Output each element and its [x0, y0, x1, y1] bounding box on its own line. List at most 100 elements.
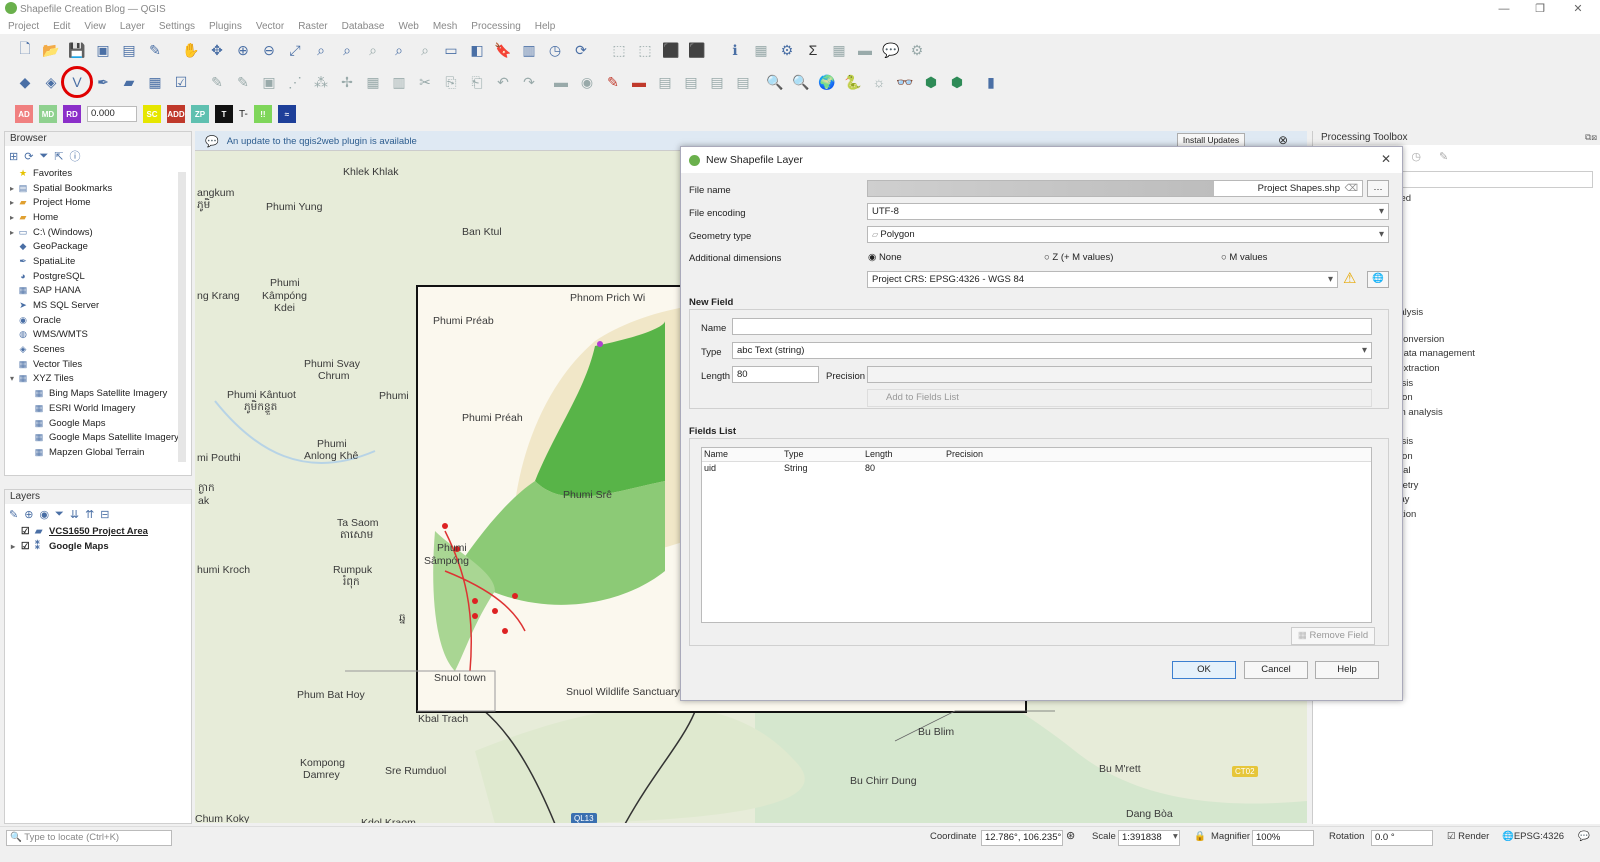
menu-layer[interactable]: Layer [120, 21, 145, 32]
menu-database[interactable]: Database [342, 21, 385, 32]
new-3d-view-icon[interactable]: ◧ [466, 39, 488, 61]
magnifier-input[interactable]: 100% [1252, 830, 1314, 846]
label-tool-0[interactable]: AD [15, 105, 33, 123]
pan-to-selection-icon[interactable]: ✥ [206, 39, 228, 61]
processing-toolbox-icon[interactable]: ⚙ [776, 39, 798, 61]
label-wave-icon[interactable]: ≈ [277, 105, 296, 123]
label-move-icon[interactable]: ✎ [602, 71, 624, 93]
menu-web[interactable]: Web [398, 21, 418, 32]
field-type-select[interactable]: abc Text (string) [732, 342, 1372, 359]
layer-twisty-icon[interactable]: ▸ [11, 542, 21, 551]
new-geopackage-layer-icon[interactable]: ◈ [40, 71, 62, 93]
browser-item[interactable]: ▸ ▰ Project Home [5, 195, 191, 210]
menu-settings[interactable]: Settings [159, 21, 195, 32]
label-tool-4[interactable]: ADD [167, 105, 185, 123]
menu-processing[interactable]: Processing [471, 21, 520, 32]
open-project-icon[interactable]: 📂 [40, 39, 62, 61]
zoom-out-icon[interactable]: ⊖ [258, 39, 280, 61]
browser-item[interactable]: ▸ ▭ C:\ (Windows) [5, 225, 191, 240]
zoom-next-icon[interactable]: ⌕ [414, 39, 436, 61]
label-pin-icon[interactable]: ▬ [550, 71, 572, 93]
add-selected-icon[interactable]: ⊞ [9, 150, 18, 163]
add-vector-layer-icon[interactable]: ☑ [170, 71, 192, 93]
edit-pencil-icon[interactable]: ✎ [206, 71, 228, 93]
crs-status-button[interactable]: 🌐EPSG:4326 [1502, 831, 1564, 842]
browser-item[interactable]: ▦ Google Maps [5, 416, 191, 431]
collapse-all-layers-icon[interactable]: ⇈ [85, 508, 94, 521]
map-tips-icon[interactable]: 💬 [880, 39, 902, 61]
field-precision-input[interactable] [867, 366, 1372, 383]
temporal-controller-icon[interactable]: ◷ [544, 39, 566, 61]
toolbox-options-icon[interactable]: ✎ [1439, 150, 1448, 163]
minimize-icon[interactable]: — [1486, 0, 1522, 18]
new-print-layout-icon[interactable]: ▣ [92, 39, 114, 61]
browser-item[interactable]: ◆ GeoPackage [5, 239, 191, 254]
scale-dropdown-icon[interactable]: ▾ [1173, 831, 1178, 842]
layer-checkbox[interactable]: ☑ [21, 526, 35, 537]
select-crs-icon[interactable]: 🌐 [1367, 271, 1389, 288]
select-by-value-icon[interactable]: ⬚ [634, 39, 656, 61]
browser-item[interactable]: ▸ ▤ Spatial Bookmarks [5, 181, 191, 196]
menu-mesh[interactable]: Mesh [433, 21, 457, 32]
file-encoding-select[interactable]: UTF-8 [867, 203, 1389, 220]
messages-icon[interactable]: 💬 [1578, 831, 1590, 842]
zoom-last-icon[interactable]: ⌕ [388, 39, 410, 61]
add-to-fields-list-button[interactable]: Add to Fields List [867, 389, 1372, 407]
twisty-icon[interactable]: ▸ [7, 228, 17, 237]
new-temporary-layer-icon[interactable]: ▰ [118, 71, 140, 93]
browser-item[interactable]: ◍ WMS/WMTS [5, 328, 191, 343]
filter-legend-icon[interactable]: ⏷ [55, 508, 64, 521]
layer-item[interactable]: ☑ ▰ VCS1650 Project Area [5, 524, 191, 539]
cut-features-icon[interactable]: ✂ [414, 71, 436, 93]
open-field-calculator-icon[interactable]: ▦ [828, 39, 850, 61]
browser-item[interactable]: ➤ MS SQL Server [5, 298, 191, 313]
fields-column-header[interactable]: Type [784, 449, 804, 459]
browser-scrollbar[interactable] [178, 172, 186, 462]
crs-select[interactable]: Project CRS: EPSG:4326 - WGS 84 [867, 271, 1338, 288]
label-tool-7[interactable]: !! [253, 105, 272, 123]
locate-input[interactable]: 🔍 Type to locate (Ctrl+K) [6, 830, 172, 846]
attribute-table-icon[interactable]: ▦ [750, 39, 772, 61]
layer-checkbox[interactable]: ☑ [21, 541, 35, 552]
paste-features-icon[interactable]: ⎗ [466, 71, 488, 93]
menu-vector[interactable]: Vector [256, 21, 284, 32]
vertex-tool-icon[interactable]: ⁂ [310, 71, 332, 93]
browser-item[interactable]: ◉ Oracle [5, 313, 191, 328]
select-location-icon[interactable]: ⬛ [686, 39, 708, 61]
label-show-hide-icon[interactable]: ▤ [680, 71, 702, 93]
plugin-globe-icon[interactable]: ⬢ [946, 71, 968, 93]
label-tool-3[interactable]: SC [143, 105, 161, 123]
table-row[interactable]: uid String 80 [702, 462, 1371, 476]
menu-raster[interactable]: Raster [298, 21, 327, 32]
restore-icon[interactable]: ❐ [1522, 0, 1558, 18]
copy-features-icon[interactable]: ⎘ [440, 71, 462, 93]
browser-item[interactable]: ◕ PostgreSQL [5, 269, 191, 284]
twisty-icon[interactable]: ▾ [7, 374, 17, 383]
label-tool-1[interactable]: MD [39, 105, 57, 123]
field-length-input[interactable]: 80 [732, 366, 819, 383]
fields-column-header[interactable]: Length [865, 449, 893, 459]
browser-item[interactable]: ▦ Vector Tiles [5, 357, 191, 372]
label-t-minus[interactable]: T- [239, 109, 248, 120]
plugin-sun-icon[interactable]: ☼ [868, 71, 890, 93]
plugin-stack-icon[interactable]: ⬢ [920, 71, 942, 93]
help-book-icon[interactable]: ▮ [980, 71, 1002, 93]
radio-none[interactable]: ◉ None [868, 252, 902, 263]
menu-plugins[interactable]: Plugins [209, 21, 242, 32]
browser-item[interactable]: ▦ Google Maps Satellite Imagery [5, 430, 191, 445]
browser-item[interactable]: ▦ ESRI World Imagery [5, 401, 191, 416]
undo-icon[interactable]: ↶ [492, 71, 514, 93]
scale-select[interactable]: 1:391838 [1118, 830, 1180, 846]
twisty-icon[interactable]: ▸ [7, 198, 17, 207]
toolbox-float-icon[interactable]: ⧉⊠ [1585, 132, 1597, 143]
twisty-icon[interactable]: ▸ [7, 213, 17, 222]
dialog-close-icon[interactable]: ✕ [1381, 152, 1391, 166]
lock-scale-icon[interactable]: 🔒 [1194, 831, 1206, 842]
twisty-icon[interactable]: ▸ [7, 184, 17, 193]
geometry-type-select[interactable]: ▱ Polygon [867, 226, 1389, 243]
label-tool-icon[interactable]: ◉ [576, 71, 598, 93]
cancel-button[interactable]: Cancel [1244, 661, 1308, 679]
python-console-icon[interactable]: 🐍 [842, 71, 864, 93]
refresh-browser-icon[interactable]: ⟳ [24, 150, 33, 163]
binoculars-icon[interactable]: 👓 [894, 71, 916, 93]
